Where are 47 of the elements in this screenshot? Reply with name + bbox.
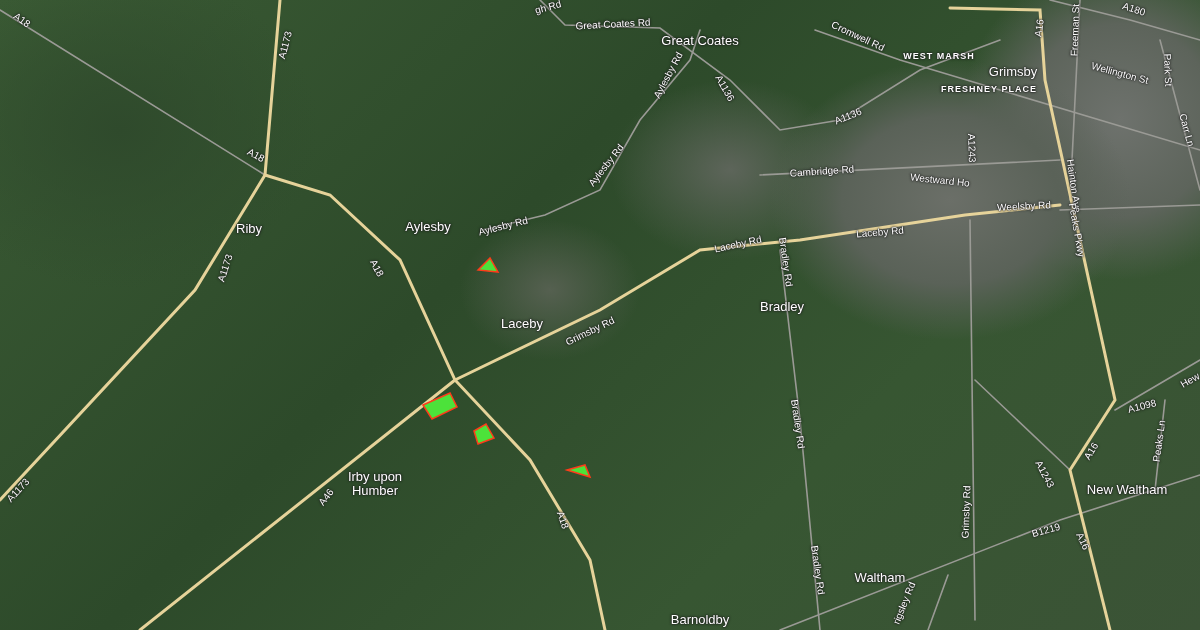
road-label: Hew [1178, 370, 1200, 390]
road-label: gh Rd [533, 0, 563, 16]
road-label: A16 [1032, 18, 1046, 38]
road-label: Cambridge Rd [789, 163, 855, 179]
road-label: Laceby Rd [713, 233, 763, 255]
place-label: Irby upon Humber [346, 469, 404, 499]
road-label: Great Coates Rd [575, 16, 651, 32]
road-label: A1098 [1126, 397, 1158, 415]
road-label: A1173 [215, 252, 235, 284]
road-label: Peaks Ln [1150, 419, 1168, 463]
road-label: A18 [367, 257, 387, 279]
road-label: Bradley Rd [777, 236, 795, 288]
road-label: A16 [1074, 530, 1092, 552]
place-label: Aylesby [405, 219, 451, 235]
place-label: Waltham [854, 570, 906, 585]
road-label: A1173 [276, 29, 294, 61]
road-label: Bradley Rd [809, 544, 827, 596]
road-label: A1136 [832, 105, 864, 127]
road-label: Park St [1161, 53, 1175, 87]
road-label: Grimsby Rd [959, 485, 973, 539]
place-label: Barnoldby [670, 612, 730, 628]
road-label: A18 [245, 145, 267, 165]
road-label: Carr Ln [1177, 112, 1197, 148]
road-label: A1243 [966, 133, 978, 163]
road-label: A18 [11, 10, 33, 30]
road-label: Aylesby Rd [477, 214, 529, 238]
place-label: Grimsby [988, 64, 1038, 80]
highlighted-parcel [564, 464, 592, 479]
highlighted-parcel [421, 392, 458, 420]
road-label: A180 [1121, 0, 1147, 18]
place-label: Laceby [501, 316, 543, 332]
district-label: WEST MARSH [903, 52, 975, 62]
road-label: Bradley Rd [789, 398, 807, 450]
place-label: Great Coates [661, 33, 739, 49]
highlighted-parcel [473, 422, 496, 445]
road-label: A46 [316, 486, 336, 508]
district-label: FRESHNEY PLACE [941, 85, 1037, 95]
place-label: Riby [236, 221, 262, 237]
road-label: B1219 [1030, 520, 1062, 540]
road-label: A18 [554, 509, 572, 531]
road-label: Westward Ho [909, 171, 971, 189]
road-label: Freeman St [1068, 3, 1082, 57]
place-label: Bradley [759, 299, 805, 315]
highlighted-parcel [476, 256, 500, 273]
road-label: Weelsby Rd [996, 199, 1052, 213]
road-label: Laceby Rd [855, 224, 905, 240]
place-label: New Waltham [1086, 482, 1168, 498]
